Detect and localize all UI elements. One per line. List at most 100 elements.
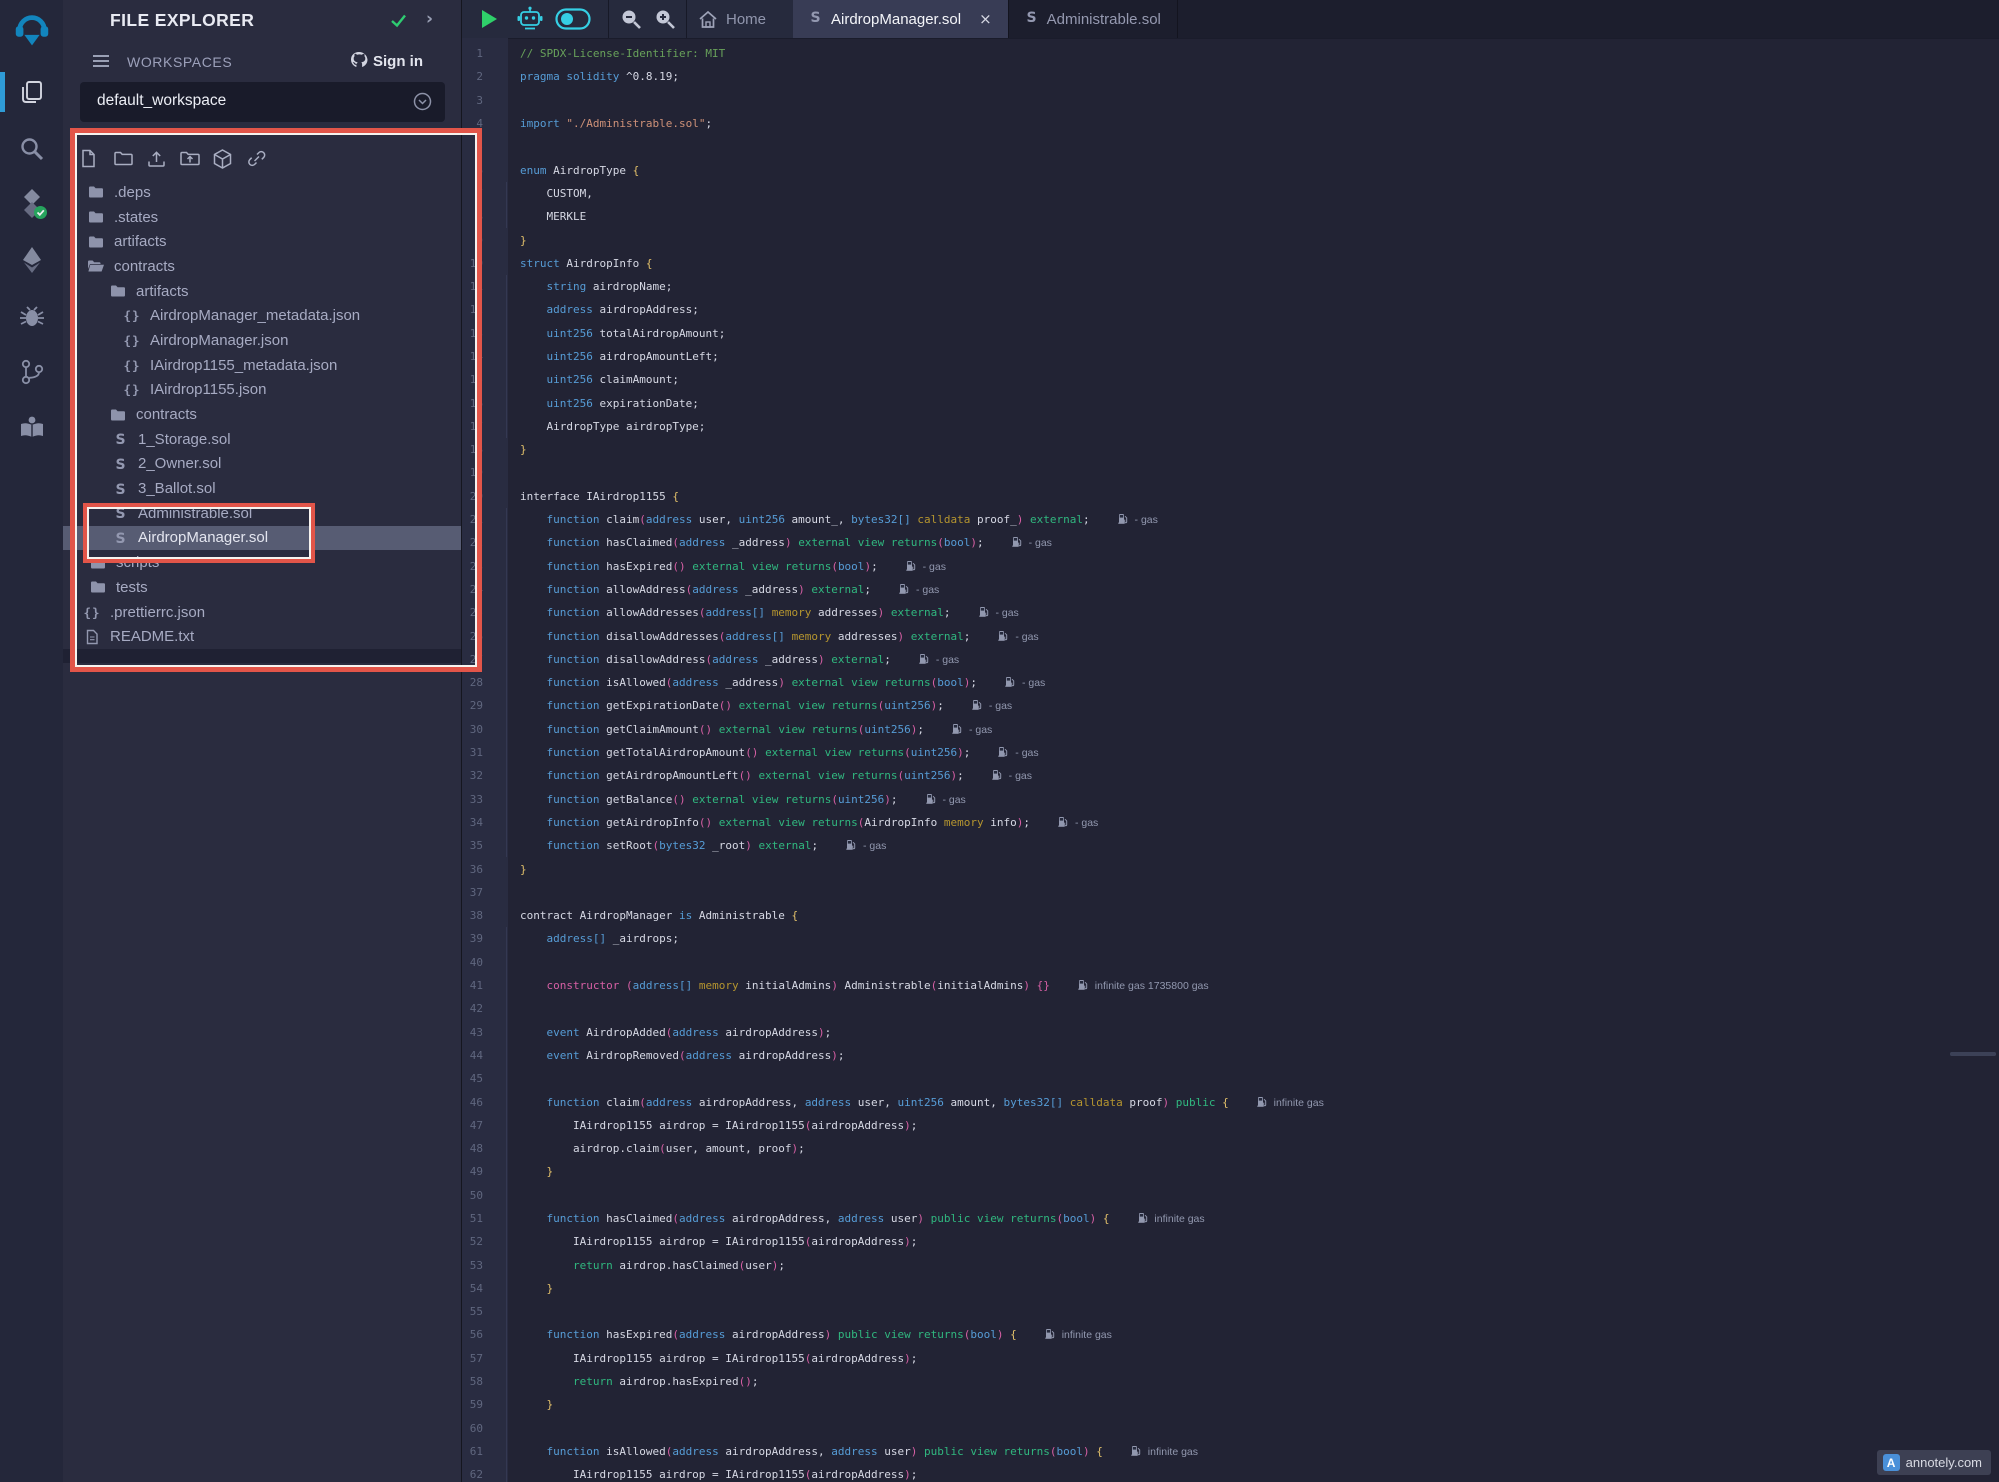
code-area[interactable]: 1// SPDX-License-Identifier: MIT2pragma … — [462, 38, 1999, 1482]
tab-AirdropManager.sol[interactable]: SAirdropManager.sol× — [793, 0, 1009, 38]
tree-item-label: tests — [116, 579, 148, 596]
line-number: 56 — [462, 1328, 483, 1341]
gas-estimate: - gas — [1012, 537, 1052, 549]
svg-text:S: S — [115, 482, 125, 497]
json-icon: {} — [83, 605, 101, 620]
folder-icon — [109, 408, 127, 422]
tree-item-scripts[interactable]: scripts — [63, 550, 461, 575]
tree-item-tests[interactable]: tests — [63, 575, 461, 600]
code-lines: 1// SPDX-License-Identifier: MIT2pragma … — [462, 42, 1999, 1482]
line-number: 50 — [462, 1189, 483, 1202]
new-folder-icon[interactable] — [113, 148, 133, 170]
workspace-select[interactable]: default_workspace — [80, 82, 445, 122]
tree-item-label: .prettierrc.json — [110, 604, 205, 621]
tree-item-IAirdrop1155.json[interactable]: {} IAirdrop1155.json — [63, 378, 461, 403]
code-line-40: 40 — [462, 951, 1999, 974]
new-file-icon[interactable] — [80, 148, 100, 170]
tree-item-IAirdrop1155_metadata.json[interactable]: {}IAirdrop1155_metadata.json — [63, 353, 461, 378]
tree-row-cut[interactable] — [63, 649, 461, 663]
remix-ide-window: FILE EXPLORER › WORKSPACES Sign in defau… — [0, 0, 1999, 1482]
home-tab[interactable]: Home — [698, 0, 766, 38]
code-line-22: 22 function hasClaimed(address _address)… — [462, 531, 1999, 554]
gas-estimate: infinite gas — [1257, 1097, 1324, 1109]
code-line-17: 17 AirdropType airdropType; — [462, 415, 1999, 438]
tab-label: Administrable.sol — [1047, 11, 1161, 28]
search-icon[interactable] — [0, 126, 63, 170]
code-line-28: 28 function isAllowed(address _address) … — [462, 671, 1999, 694]
solidity-compiler-icon[interactable] — [0, 182, 63, 226]
code-line-42: 42 — [462, 997, 1999, 1020]
debugger-icon[interactable] — [0, 294, 63, 338]
ipfs-cube-icon[interactable] — [212, 148, 232, 170]
hamburger-icon[interactable] — [93, 55, 109, 70]
line-number: 44 — [462, 1049, 483, 1062]
folder-open-icon — [87, 259, 105, 273]
code-line-12: 12 address airdropAddress; — [462, 298, 1999, 321]
upload-file-icon[interactable] — [146, 148, 166, 170]
svg-text:S: S — [115, 506, 125, 521]
code-line-46: 46 function claim(address airdropAddress… — [462, 1090, 1999, 1113]
line-number: 22 — [462, 536, 483, 549]
run-script-button[interactable] — [479, 0, 499, 38]
tree-item-1_Storage.sol[interactable]: S 1_Storage.sol — [63, 427, 461, 452]
tree-item-.deps[interactable]: .deps — [63, 180, 461, 205]
github-icon — [349, 51, 369, 74]
tree-item-contracts[interactable]: contracts — [63, 254, 461, 279]
annotely-logo: A — [1883, 1454, 1900, 1471]
tree-item-.prettierrc.json[interactable]: {} .prettierrc.json — [63, 600, 461, 625]
tree-item-label: .states — [114, 209, 158, 226]
tree-item-label: scripts — [116, 554, 159, 571]
fuel-pump-icon — [979, 606, 989, 617]
home-icon — [698, 10, 718, 29]
tree-item-label: 1_Storage.sol — [138, 431, 231, 448]
sign-in-button[interactable]: Sign in — [373, 53, 423, 70]
tree-item-.states[interactable]: .states — [63, 205, 461, 230]
tree-item-label: Administrable.sol — [138, 505, 252, 522]
minimap-scrollbar[interactable] — [1950, 1052, 1996, 1056]
gas-estimate: - gas — [972, 700, 1012, 712]
fuel-pump-icon — [1078, 979, 1088, 990]
tab-Administrable.sol[interactable]: SAdministrable.sol — [1009, 0, 1178, 38]
gas-estimate: - gas — [1118, 514, 1158, 526]
link-icon[interactable] — [245, 148, 265, 170]
fuel-pump-icon — [1058, 816, 1068, 827]
tree-item-contracts[interactable]: contracts — [63, 402, 461, 427]
tree-item-AirdropManager.sol[interactable]: SAirdropManager.sol — [63, 526, 461, 551]
toggle-icon[interactable] — [555, 0, 591, 38]
tree-item-AirdropManager_metadata.json[interactable]: {}AirdropManager_metadata.json — [63, 303, 461, 328]
line-number: 52 — [462, 1235, 483, 1248]
close-icon[interactable]: × — [979, 10, 992, 28]
json-icon: {} — [123, 382, 141, 397]
learn-icon[interactable] — [0, 406, 63, 450]
tree-item-Administrable.sol[interactable]: S Administrable.sol — [63, 501, 461, 526]
code-line-21: 21 function claim(address user, uint256 … — [462, 508, 1999, 531]
zoom-out-icon[interactable] — [619, 0, 643, 38]
tree-item-AirdropManager.json[interactable]: {}AirdropManager.json — [63, 328, 461, 353]
git-icon[interactable] — [0, 350, 63, 394]
tree-item-3_Ballot.sol[interactable]: S3_Ballot.sol — [63, 476, 461, 501]
line-number: 24 — [462, 583, 483, 596]
line-number: 37 — [462, 886, 483, 899]
tree-item-README.txt[interactable]: README.txt — [63, 624, 461, 649]
line-number: 54 — [462, 1282, 483, 1295]
zoom-in-icon[interactable] — [653, 0, 677, 38]
code-line-43: 43 event AirdropAdded(address airdropAdd… — [462, 1020, 1999, 1043]
tree-item-artifacts[interactable]: artifacts — [63, 229, 461, 254]
line-number: 3 — [462, 94, 483, 107]
remix-logo[interactable] — [9, 8, 55, 54]
line-number: 40 — [462, 956, 483, 969]
editor-topbar: Home SAirdropManager.sol×SAdministrable.… — [462, 0, 1999, 39]
sol-icon: S — [111, 431, 129, 447]
tree-item-artifacts[interactable]: artifacts — [63, 279, 461, 304]
upload-folder-icon[interactable] — [179, 148, 199, 170]
line-number: 19 — [462, 466, 483, 479]
file-explorer-icon[interactable] — [0, 70, 63, 114]
tree-item-label: IAirdrop1155.json — [150, 381, 266, 398]
deploy-run-icon[interactable] — [0, 238, 63, 282]
robot-assistant-button[interactable] — [516, 0, 544, 38]
gas-estimate: - gas — [846, 840, 886, 852]
chevron-right-icon[interactable]: › — [426, 9, 433, 29]
tree-item-2_Owner.sol[interactable]: S2_Owner.sol — [63, 452, 461, 477]
caret-circle-icon[interactable] — [413, 92, 432, 116]
code-line-5: 5 — [462, 135, 1999, 158]
